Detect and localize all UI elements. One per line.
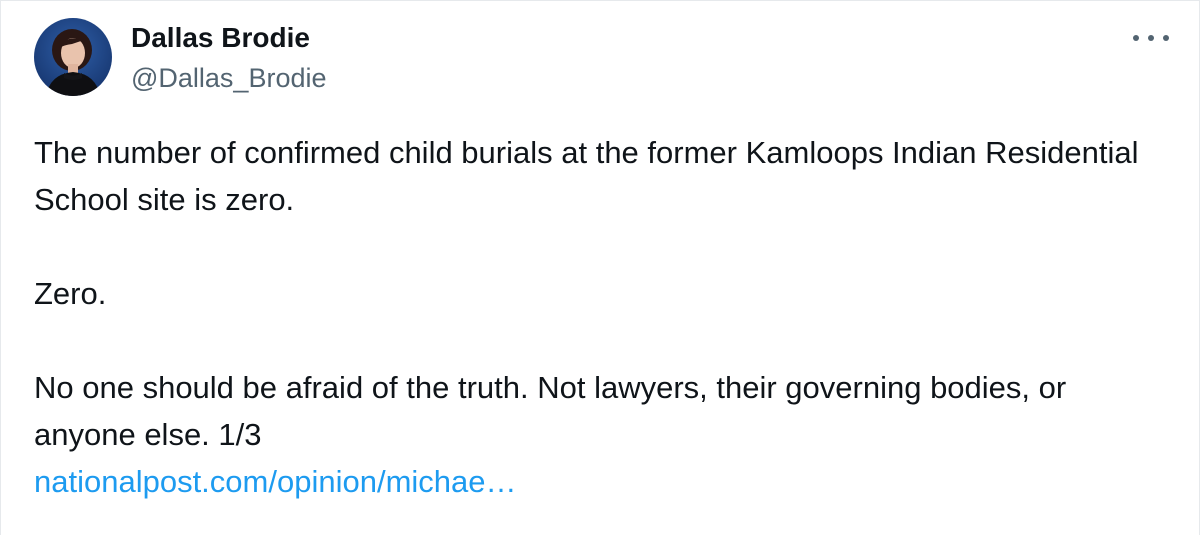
tweet-card: Dallas Brodie @Dallas_Brodie The number … [0, 0, 1200, 535]
author-info: Dallas Brodie @Dallas_Brodie [131, 20, 327, 96]
author-handle[interactable]: @Dallas_Brodie [131, 60, 327, 96]
tweet-paragraph-3: No one should be afraid of the truth. No… [34, 370, 1067, 452]
more-options-icon[interactable] [1133, 28, 1169, 48]
dot-icon [1133, 35, 1139, 41]
avatar[interactable] [34, 18, 112, 96]
article-link[interactable]: nationalpost.com/opinion/michae… [34, 464, 517, 499]
tweet-paragraph-1: The number of confirmed child burials at… [34, 135, 1139, 217]
tweet-header: Dallas Brodie @Dallas_Brodie [34, 18, 327, 96]
author-display-name[interactable]: Dallas Brodie [131, 20, 327, 56]
tweet-text: The number of confirmed child burials at… [34, 129, 1174, 505]
tweet-paragraph-2: Zero. [34, 276, 107, 311]
dot-icon [1148, 35, 1154, 41]
dot-icon [1163, 35, 1169, 41]
avatar-image [34, 18, 112, 96]
